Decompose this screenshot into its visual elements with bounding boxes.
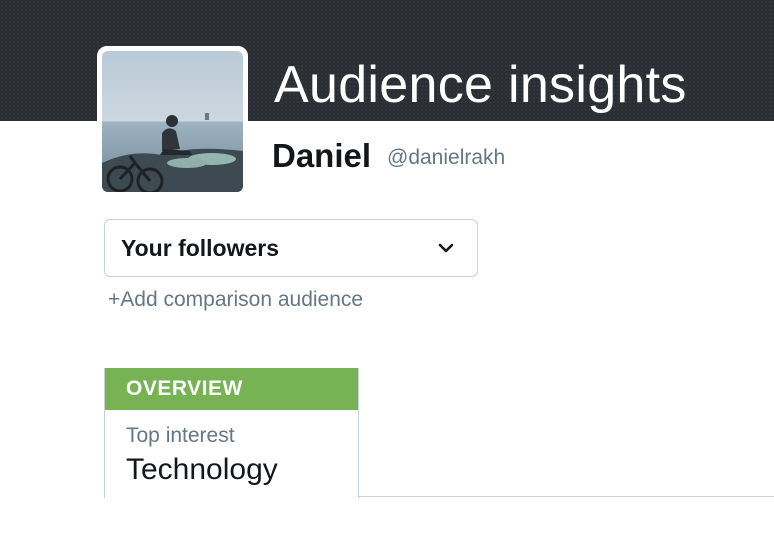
audience-dropdown[interactable]: Your followers (104, 219, 478, 277)
top-interest-label: Top interest (126, 424, 235, 447)
avatar[interactable] (97, 46, 248, 197)
profile-photo (102, 51, 243, 192)
tab-overview[interactable]: OVERVIEW (105, 368, 358, 410)
top-interest-value: Technology (126, 453, 278, 486)
page-title: Audience insights (274, 56, 687, 114)
user-handle[interactable]: @danielrakh (387, 145, 505, 171)
user-name: Daniel (272, 137, 372, 174)
overview-card: OVERVIEW Top interest Technology (104, 368, 359, 498)
chevron-down-icon (438, 243, 454, 253)
divider (358, 496, 774, 497)
add-comparison-audience-link[interactable]: +Add comparison audience (108, 287, 363, 313)
audience-dropdown-value: Your followers (121, 235, 280, 261)
